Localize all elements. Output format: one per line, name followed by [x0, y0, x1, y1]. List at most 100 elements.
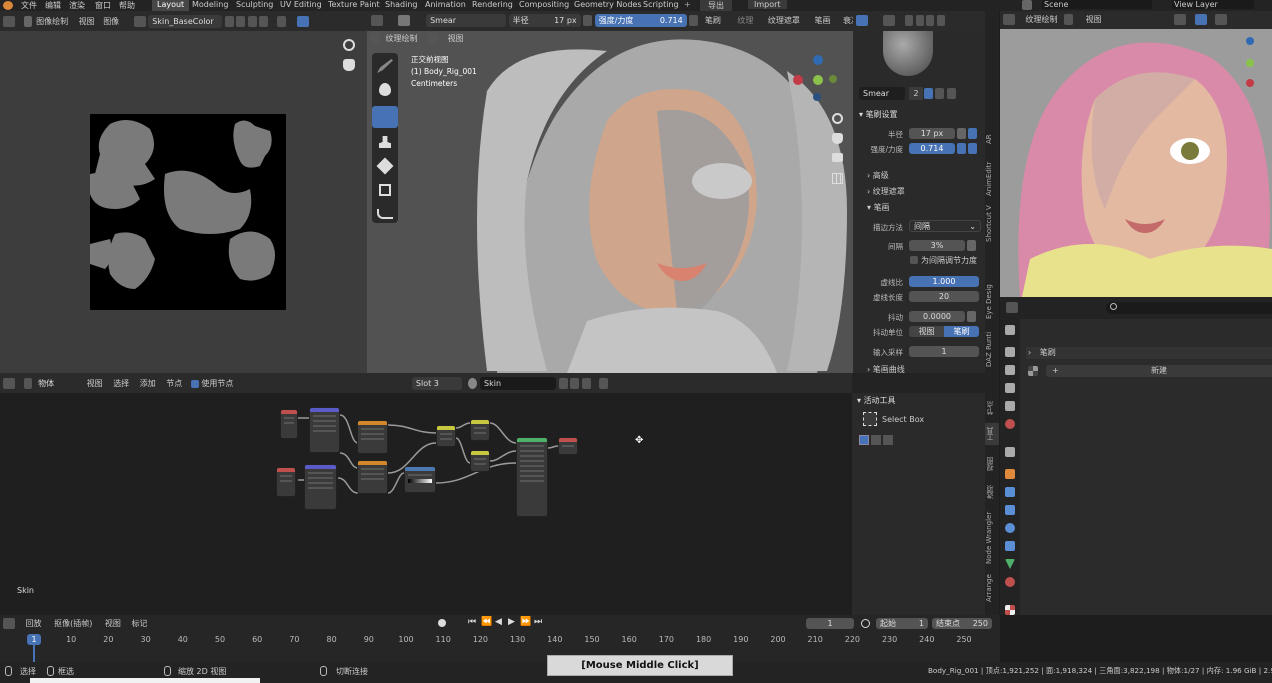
pressure-icon[interactable]: [968, 143, 977, 154]
jitter-unit-view[interactable]: 视图: [909, 326, 944, 337]
spacing-slider[interactable]: 3%: [909, 240, 965, 251]
texture-browse-icon[interactable]: [1028, 366, 1038, 376]
tab-geometry-nodes[interactable]: Geometry Nodes: [574, 0, 641, 9]
smear-icon[interactable]: [372, 106, 398, 128]
node-mapping[interactable]: [309, 407, 340, 453]
playhead[interactable]: 1: [27, 634, 41, 645]
strength-field[interactable]: 强度/力度 0.714: [594, 14, 687, 27]
render-preview[interactable]: 纹理绘制 视图: [1000, 11, 1272, 297]
brush-tool-icon[interactable]: [397, 15, 410, 26]
gizmo-y-icon[interactable]: [813, 75, 823, 85]
soften-icon[interactable]: [379, 83, 391, 96]
active-tool-header[interactable]: ▾ 活动工具: [857, 395, 896, 406]
material-icon[interactable]: [926, 15, 935, 26]
tab-modeling[interactable]: Modeling: [192, 0, 228, 9]
dash-length-field[interactable]: 20: [909, 291, 979, 302]
object-type-icon[interactable]: [23, 378, 32, 389]
node-menu-select[interactable]: 选择: [113, 379, 129, 388]
node-image-texture-1[interactable]: [357, 420, 388, 454]
brush-name-field[interactable]: Smear: [426, 14, 507, 27]
pressure-icon[interactable]: [689, 15, 699, 26]
node-mix-3[interactable]: [470, 450, 490, 472]
tab-shortcut[interactable]: Shortcut V: [985, 201, 999, 246]
tab-sculpting[interactable]: Sculpting: [236, 0, 273, 9]
hand-pan-icon[interactable]: [343, 59, 355, 71]
select-mode-new-icon[interactable]: [859, 435, 869, 445]
playback-menu[interactable]: 回放: [26, 619, 42, 628]
tab-compositing[interactable]: Compositing: [519, 0, 569, 9]
radius-field[interactable]: 半径 17 px: [508, 14, 581, 27]
select-mode-subtract-icon[interactable]: [883, 435, 893, 445]
brush-preview[interactable]: [883, 31, 933, 76]
node-image-texture-2[interactable]: [357, 460, 388, 494]
texture-mask-section[interactable]: › 纹理遮罩: [867, 186, 905, 197]
editor-type-icon[interactable]: [3, 618, 15, 629]
tab-ar[interactable]: AR: [985, 124, 999, 154]
tool-tab-icon[interactable]: [1005, 325, 1015, 335]
frame-end-field[interactable]: 结束点 250: [932, 618, 992, 629]
tab-shading[interactable]: Shading: [385, 0, 418, 9]
menu-help[interactable]: 帮助: [119, 0, 135, 11]
gizmo-toggle-icon[interactable]: [1174, 14, 1187, 25]
image-view-menu[interactable]: 视图: [79, 17, 95, 26]
brush-settings-header[interactable]: ▾ 笔刷设置: [859, 109, 898, 120]
current-frame-field[interactable]: 1: [806, 618, 854, 629]
output-tab-icon[interactable]: [1005, 365, 1015, 375]
jump-key-forward-icon[interactable]: ⏩: [520, 617, 531, 627]
material-icon[interactable]: [468, 378, 478, 389]
mask-tool-icon[interactable]: [379, 184, 391, 196]
draw-brush-icon[interactable]: [377, 59, 393, 73]
pressure-icon[interactable]: [967, 240, 976, 251]
duplicate-brush-icon[interactable]: [935, 88, 944, 99]
pressure-icon[interactable]: [957, 143, 966, 154]
input-samples-field[interactable]: 1: [909, 346, 979, 357]
node-tex-coord-2[interactable]: [276, 467, 296, 497]
pressure-icon[interactable]: [583, 15, 593, 26]
particles-tab-icon[interactable]: [1005, 505, 1015, 515]
editor-type-icon[interactable]: [1006, 302, 1018, 313]
jitter-unit-brush[interactable]: 笔刷: [944, 326, 979, 337]
blender-logo-icon[interactable]: [3, 1, 13, 10]
texture-canvas[interactable]: [90, 114, 286, 310]
new-texture-button[interactable]: + 新建: [1046, 365, 1272, 377]
timeline-view-menu[interactable]: 视图: [105, 619, 121, 628]
node-principled-bsdf[interactable]: [516, 437, 548, 517]
timeline-ruler[interactable]: 1 10 20 30 40 50 60 70 80 90 100 110 120 130 140 150 16…: [0, 632, 1000, 662]
viewport-pan-icon[interactable]: [832, 133, 843, 144]
play-icon[interactable]: ▶: [508, 617, 515, 627]
rendered-icon[interactable]: [936, 15, 945, 26]
tab-texture-paint[interactable]: Texture Paint: [328, 0, 380, 9]
xray-icon[interactable]: [1215, 14, 1228, 25]
paint-mode-icon[interactable]: [23, 16, 32, 27]
scene-tab-icon[interactable]: [1005, 401, 1015, 411]
constraints-tab-icon[interactable]: [1005, 541, 1015, 551]
fake-user-icon[interactable]: [558, 378, 568, 389]
pressure-icon[interactable]: [957, 128, 966, 139]
material-tab-icon[interactable]: [1005, 577, 1015, 587]
object-tab-icon[interactable]: [1005, 469, 1015, 479]
world-tab-icon[interactable]: [1005, 419, 1015, 429]
strength-slider[interactable]: 0.714: [909, 143, 955, 154]
overlay-icon[interactable]: [856, 15, 868, 26]
gizmo-x-icon[interactable]: [793, 75, 803, 85]
slot-select[interactable]: Slot 3: [411, 377, 462, 390]
scene-icon[interactable]: [1022, 0, 1032, 10]
falloff-menu[interactable]: 衰减: [843, 16, 853, 25]
keying-menu[interactable]: 抠像(插帧): [54, 619, 92, 628]
pressure-icon[interactable]: [968, 128, 977, 139]
image-image-menu[interactable]: 图像: [103, 17, 119, 26]
gizmo-z-icon[interactable]: [1246, 37, 1254, 45]
stroke-method-select[interactable]: 间隔 ⌄: [909, 220, 981, 232]
viewport-3d[interactable]: Smear 半径 17 px 强度/力度 0.714 笔刷 纹理 纹理遮罩 笔画 衰…: [367, 11, 853, 373]
node-color-ramp[interactable]: [404, 466, 436, 493]
editor-type-icon[interactable]: [1003, 14, 1015, 25]
viewport-mode[interactable]: 纹理绘制: [386, 34, 418, 43]
record-icon[interactable]: [438, 619, 446, 627]
shader-type-select[interactable]: 物体: [34, 377, 78, 390]
new-image-icon[interactable]: [236, 16, 246, 27]
gizmo-y-icon[interactable]: [1246, 59, 1254, 67]
stroke-curve-section[interactable]: › 笔画曲线: [867, 364, 905, 373]
jump-key-back-icon[interactable]: ⏪: [481, 617, 492, 627]
render-gizmo[interactable]: [1236, 37, 1266, 97]
marker-menu[interactable]: 标记: [131, 619, 147, 628]
